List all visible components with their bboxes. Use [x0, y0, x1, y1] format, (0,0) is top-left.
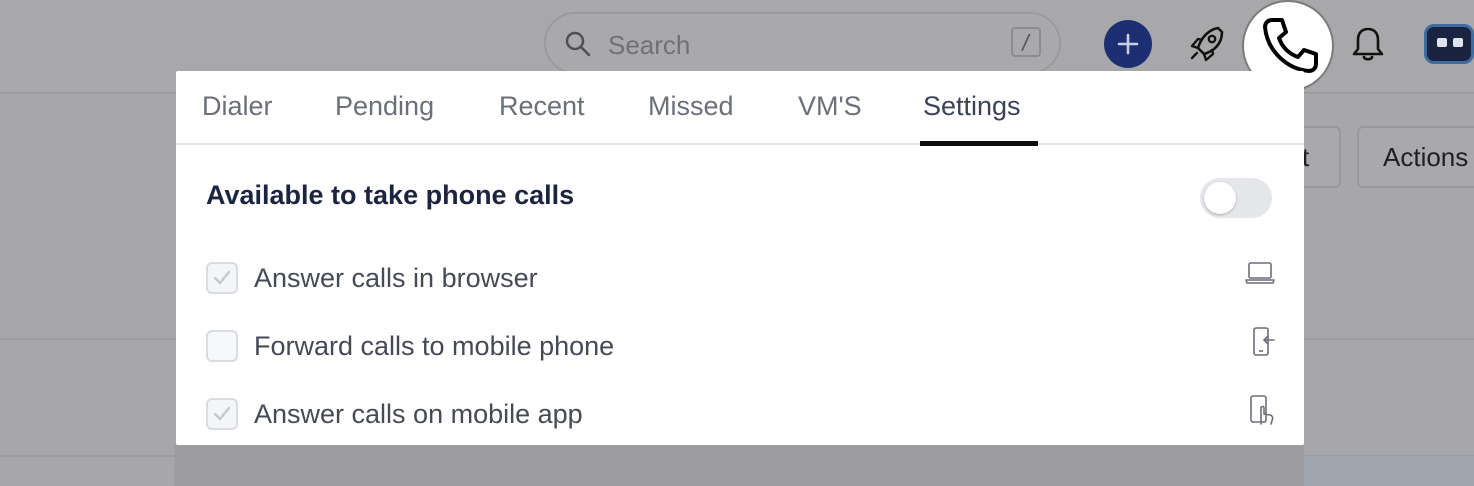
laptop-icon	[1244, 258, 1276, 293]
option-label: Answer calls in browser	[254, 263, 538, 293]
option-answer-in-browser: Answer calls in browser	[206, 258, 1276, 298]
actions-button: Actions	[1357, 126, 1474, 188]
tab-dialer[interactable]: Dialer	[202, 91, 273, 122]
phone-icon	[1263, 18, 1318, 73]
mobile-tap-icon	[1248, 394, 1276, 431]
option-forward-to-mobile: Forward calls to mobile phone	[206, 326, 1276, 366]
option-label: Forward calls to mobile phone	[254, 331, 615, 361]
background-row	[1304, 456, 1474, 486]
option-label: Answer calls on mobile app	[254, 399, 583, 429]
tab-recent[interactable]: Recent	[499, 91, 585, 122]
popover-footer-shade	[174, 445, 1304, 486]
check-icon	[213, 406, 231, 421]
rocket-icon[interactable]	[1188, 24, 1226, 69]
tab-missed[interactable]: Missed	[648, 91, 734, 122]
add-button[interactable]	[1104, 20, 1152, 68]
active-tab-indicator	[920, 141, 1038, 146]
avatar[interactable]	[1424, 24, 1474, 64]
search-icon	[564, 30, 592, 63]
toggle-knob	[1204, 182, 1236, 214]
forward-to-mobile-checkbox[interactable]	[206, 330, 238, 362]
answer-in-browser-checkbox[interactable]	[206, 262, 238, 294]
dialer-popover: Dialer Pending Recent Missed VM'S Settin…	[176, 71, 1304, 445]
bell-icon[interactable]	[1350, 24, 1386, 69]
tab-pending[interactable]: Pending	[335, 91, 434, 122]
search-input[interactable]: Search	[608, 30, 690, 61]
plus-icon	[1117, 33, 1139, 55]
mobile-forward-icon	[1248, 326, 1276, 363]
availability-toggle[interactable]	[1200, 178, 1272, 218]
availability-label: Available to take phone calls	[206, 180, 575, 210]
avatar-eye	[1437, 38, 1447, 47]
search-box[interactable]: Search /	[544, 12, 1061, 74]
search-shortcut-badge: /	[1011, 27, 1041, 57]
tab-settings[interactable]: Settings	[923, 91, 1021, 122]
dialer-tabs: Dialer Pending Recent Missed VM'S Settin…	[176, 71, 1304, 146]
check-icon	[213, 270, 231, 285]
tab-vms[interactable]: VM'S	[798, 91, 862, 122]
option-answer-on-mobile-app: Answer calls on mobile app	[206, 394, 1276, 434]
answer-on-mobile-app-checkbox[interactable]	[206, 398, 238, 430]
avatar-eye	[1453, 38, 1463, 47]
